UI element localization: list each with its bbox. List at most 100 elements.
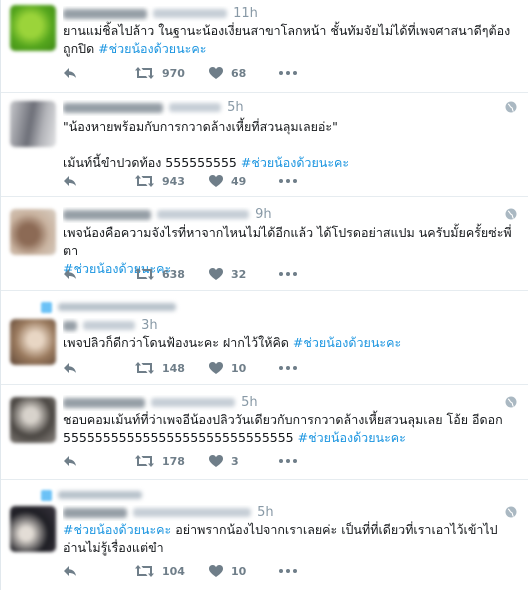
- retweet-arrows-icon: [135, 268, 154, 280]
- tweet-text-body: ชอบคอมเม้นท์ที่ว่าเพจอีน้องปลิววันเดียวก…: [63, 412, 503, 445]
- author-handle[interactable]: [151, 398, 235, 407]
- reply-arrow-icon: [64, 176, 76, 186]
- avatar[interactable]: [10, 397, 56, 443]
- tweet-header: 5h: [63, 505, 499, 521]
- tweet-text: ยานแม่ชิ้ลไปล้าว ในฐานะน้องเงี่ยนสาขาโลก…: [63, 22, 513, 58]
- reply-button[interactable]: [63, 359, 77, 377]
- tweet-header: 9h: [63, 207, 499, 223]
- retweet-count: 970: [162, 66, 185, 80]
- tweet-timestamp[interactable]: 5h: [241, 395, 258, 410]
- retweet-button[interactable]: 943: [135, 172, 185, 190]
- globe-icon: [505, 208, 517, 220]
- retweet-count: 148: [162, 361, 185, 375]
- tweet-timestamp[interactable]: 11h: [233, 6, 258, 21]
- hashtag-link[interactable]: #ช่วยน้องด้วยนะคะ: [241, 155, 349, 170]
- retweet-button[interactable]: 104: [135, 562, 185, 580]
- author-handle[interactable]: [157, 210, 249, 219]
- more-button[interactable]: [279, 172, 297, 190]
- more-dots-icon: [279, 459, 297, 463]
- reply-button[interactable]: [63, 265, 77, 283]
- author-handle[interactable]: [153, 9, 227, 18]
- like-count: 10: [231, 564, 247, 578]
- hashtag-link[interactable]: #ช่วยน้องด้วยนะคะ: [63, 522, 171, 537]
- tweet-item[interactable]: 11h ยานแม่ชิ้ลไปล้าว ในฐานะน้องเงี่ยนสาข…: [1, 0, 528, 93]
- tweet-timestamp[interactable]: 9h: [255, 207, 272, 222]
- like-button[interactable]: 10: [209, 359, 246, 377]
- heart-icon: [209, 175, 223, 187]
- author-name[interactable]: [63, 8, 147, 19]
- retweet-count: 178: [162, 454, 185, 468]
- author-name[interactable]: [63, 209, 151, 220]
- follow-context-icon: [41, 489, 52, 501]
- heart-icon: [209, 455, 223, 467]
- more-button[interactable]: [279, 452, 297, 470]
- reply-arrow-icon: [64, 566, 76, 576]
- social-context[interactable]: [41, 488, 142, 501]
- retweet-button[interactable]: 970: [135, 64, 185, 82]
- author-name[interactable]: [63, 320, 77, 331]
- tweet-timestamp[interactable]: 5h: [227, 100, 244, 115]
- avatar[interactable]: [10, 101, 56, 147]
- tweet-item[interactable]: 9h เพจน้องคือความจังไรที่หาจากไหนไม่ได้อ…: [1, 197, 528, 291]
- avatar[interactable]: [10, 209, 56, 255]
- tweet-timestamp[interactable]: 5h: [257, 505, 274, 520]
- hashtag-link[interactable]: #ช่วยน้องด้วยนะคะ: [293, 335, 401, 350]
- more-dots-icon: [279, 272, 297, 276]
- more-dots-icon: [279, 569, 297, 573]
- heart-icon: [209, 268, 223, 280]
- heart-icon: [209, 362, 223, 374]
- more-button[interactable]: [279, 265, 297, 283]
- avatar[interactable]: [10, 5, 56, 51]
- avatar[interactable]: [10, 319, 56, 365]
- tweet-item[interactable]: 5h ชอบคอมเม้นท์ที่ว่าเพจอีน้องปลิววันเดี…: [1, 385, 528, 480]
- reply-arrow-icon: [64, 269, 76, 279]
- retweet-button[interactable]: 148: [135, 359, 185, 377]
- retweet-count: 943: [162, 174, 185, 188]
- reply-button[interactable]: [63, 64, 77, 82]
- author-name[interactable]: [63, 507, 127, 518]
- reply-button[interactable]: [63, 452, 77, 470]
- more-button[interactable]: [279, 64, 297, 82]
- retweet-count: 638: [162, 267, 185, 281]
- author-handle[interactable]: [169, 103, 221, 112]
- like-count: 49: [231, 174, 247, 188]
- hashtag-link[interactable]: #ช่วยน้องด้วยนะคะ: [298, 430, 406, 445]
- tweet-text: เพจปลิวก็ดีกว่าโดนฟ้องนะคะ ฝากไว้ให้คิด …: [63, 334, 513, 352]
- like-count: 10: [231, 361, 247, 375]
- tweet-item[interactable]: 5h "น้องหายพร้อมกับการกวาดล้างเหี้ยที่สว…: [1, 93, 528, 197]
- author-handle[interactable]: [83, 321, 135, 330]
- like-button[interactable]: 10: [209, 562, 246, 580]
- reply-button[interactable]: [63, 562, 77, 580]
- more-button[interactable]: [279, 359, 297, 377]
- like-button[interactable]: 32: [209, 265, 246, 283]
- like-button[interactable]: 49: [209, 172, 246, 190]
- retweet-button[interactable]: 638: [135, 265, 185, 283]
- retweet-arrows-icon: [135, 565, 154, 577]
- tweet-header: 11h: [63, 6, 499, 22]
- hashtag-link[interactable]: #ช่วยน้องด้วยนะคะ: [98, 41, 206, 56]
- more-button[interactable]: [279, 562, 297, 580]
- author-name[interactable]: [63, 102, 163, 113]
- avatar[interactable]: [10, 506, 56, 552]
- tweet-timestamp[interactable]: 3h: [141, 318, 158, 333]
- heart-icon: [209, 67, 223, 79]
- retweet-arrows-icon: [135, 67, 154, 79]
- heart-icon: [209, 565, 223, 577]
- retweet-button[interactable]: 178: [135, 452, 185, 470]
- like-button[interactable]: 3: [209, 452, 239, 470]
- author-name[interactable]: [63, 397, 145, 408]
- tweet-text-body: เพจน้องคือความจังไรที่หาจากไหนไม่ได้อีกแ…: [63, 225, 512, 258]
- globe-icon: [505, 396, 517, 408]
- tweet-item[interactable]: 3h เพจปลิวก็ดีกว่าโดนฟ้องนะคะ ฝากไว้ให้ค…: [1, 291, 528, 385]
- reply-arrow-icon: [64, 363, 76, 373]
- tweet-text: #ช่วยน้องด้วยนะคะ อย่าพรากน้องไปจากเราเล…: [63, 521, 513, 557]
- author-handle[interactable]: [133, 508, 251, 517]
- like-button[interactable]: 68: [209, 64, 246, 82]
- social-context[interactable]: [41, 300, 176, 313]
- follow-context-icon: [41, 301, 52, 313]
- globe-icon: [505, 506, 517, 518]
- more-dots-icon: [279, 366, 297, 370]
- reply-button[interactable]: [63, 172, 77, 190]
- tweet-item[interactable]: 5h #ช่วยน้องด้วยนะคะ อย่าพรากน้องไปจากเร…: [1, 480, 528, 590]
- like-count: 32: [231, 267, 247, 281]
